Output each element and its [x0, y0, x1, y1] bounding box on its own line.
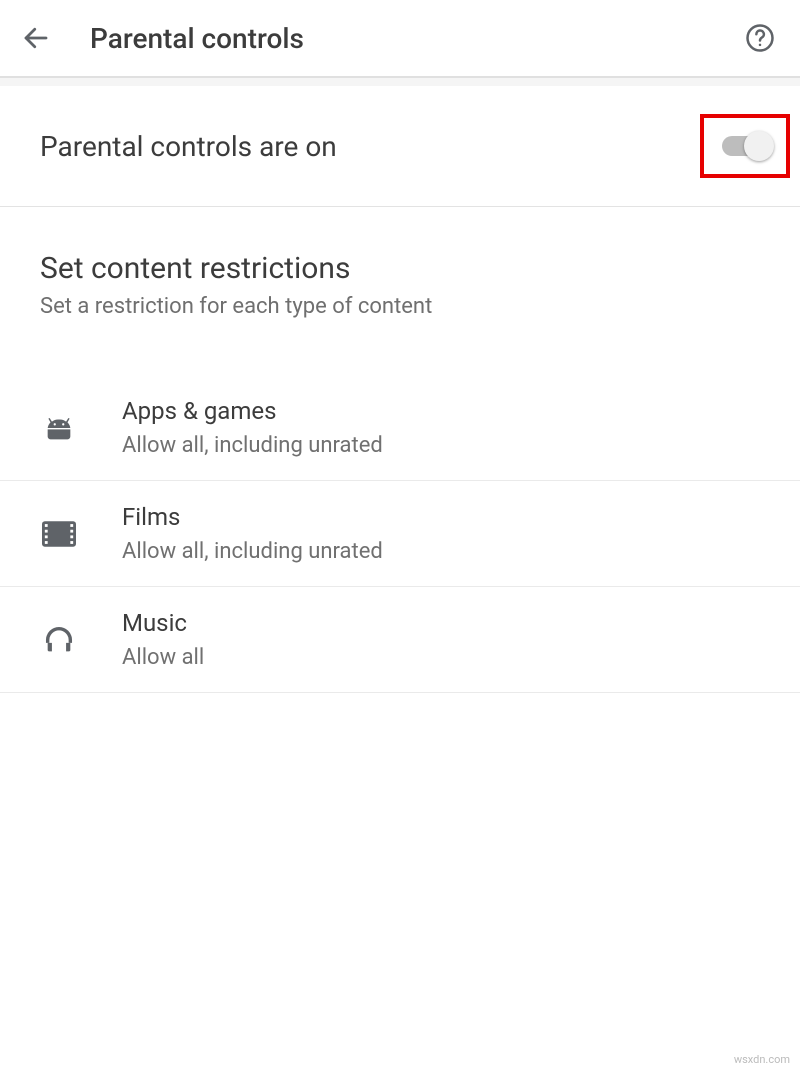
- spacer: [0, 207, 800, 243]
- parental-toggle-label: Parental controls are on: [40, 130, 337, 163]
- parental-toggle[interactable]: [722, 136, 768, 156]
- toggle-thumb: [744, 131, 774, 161]
- help-button[interactable]: [736, 14, 784, 62]
- back-button[interactable]: [12, 14, 60, 62]
- section-title: Set content restrictions: [40, 251, 760, 286]
- section-header: Set content restrictions Set a restricti…: [0, 243, 800, 335]
- item-title: Apps & games: [122, 397, 383, 425]
- item-films[interactable]: Films Allow all, including unrated: [0, 481, 800, 587]
- app-header: Parental controls: [0, 0, 800, 78]
- item-text: Apps & games Allow all, including unrate…: [122, 397, 383, 458]
- item-text: Films Allow all, including unrated: [122, 503, 383, 564]
- item-subtitle: Allow all, including unrated: [122, 433, 383, 458]
- android-icon: [40, 409, 78, 447]
- item-title: Music: [122, 609, 204, 637]
- watermark: wsxdn.com: [734, 1053, 790, 1066]
- spacer: [0, 335, 800, 375]
- item-music[interactable]: Music Allow all: [0, 587, 800, 693]
- item-title: Films: [122, 503, 383, 531]
- arrow-left-icon: [21, 23, 51, 53]
- divider: [0, 78, 800, 86]
- item-subtitle: Allow all: [122, 645, 204, 670]
- item-text: Music Allow all: [122, 609, 204, 670]
- item-subtitle: Allow all, including unrated: [122, 539, 383, 564]
- headphones-icon: [40, 621, 78, 659]
- page-title: Parental controls: [90, 22, 736, 55]
- film-icon: [40, 515, 78, 553]
- help-icon: [745, 23, 775, 53]
- toggle-highlight-box: [700, 114, 790, 178]
- parental-toggle-row: Parental controls are on: [0, 86, 800, 207]
- section-subtitle: Set a restriction for each type of conte…: [40, 294, 760, 319]
- item-apps-games[interactable]: Apps & games Allow all, including unrate…: [0, 375, 800, 481]
